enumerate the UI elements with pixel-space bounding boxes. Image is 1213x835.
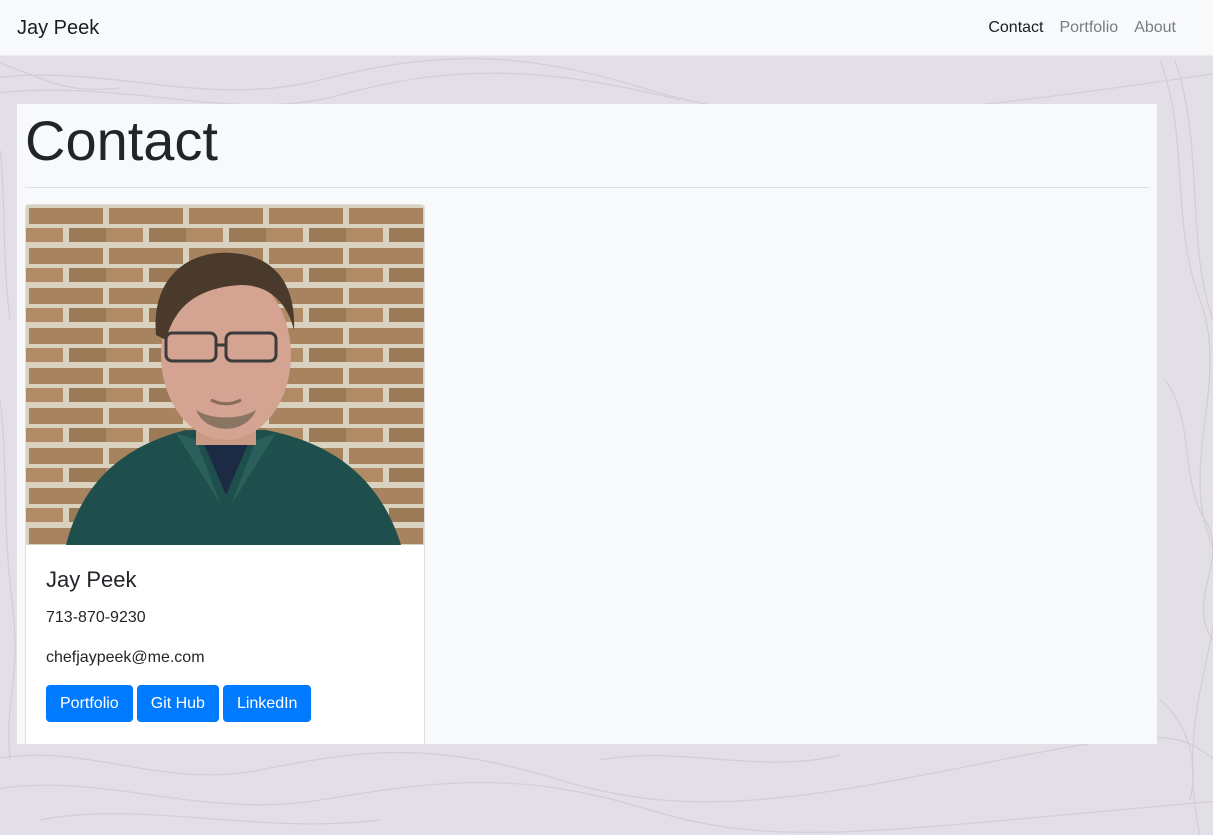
top-navbar: Jay Peek Contact Portfolio About <box>0 0 1213 56</box>
portfolio-button[interactable]: Portfolio <box>46 685 133 722</box>
page-title: Contact <box>25 109 218 172</box>
brand-link[interactable]: Jay Peek <box>17 16 99 40</box>
title-divider <box>25 187 1149 188</box>
nav-link-portfolio[interactable]: Portfolio <box>1059 18 1118 38</box>
card-name: Jay Peek <box>46 567 137 592</box>
contact-card: Jay Peek 713-870-9230 chefjaypeek@me.com… <box>25 204 425 744</box>
card-phone: 713-870-9230 <box>46 609 146 626</box>
profile-photo <box>26 205 424 545</box>
main-content-panel: Contact Jay Peek 713-870-9230 chefjaypee… <box>17 104 1157 744</box>
linkedin-button[interactable]: LinkedIn <box>222 685 312 722</box>
card-button-row: Portfolio Git Hub LinkedIn <box>46 685 312 722</box>
github-button[interactable]: Git Hub <box>136 685 219 722</box>
nav-link-contact[interactable]: Contact <box>988 18 1043 38</box>
nav-links: Contact Portfolio About <box>988 18 1176 38</box>
card-email: chefjaypeek@me.com <box>46 649 205 666</box>
nav-link-about[interactable]: About <box>1134 18 1176 38</box>
